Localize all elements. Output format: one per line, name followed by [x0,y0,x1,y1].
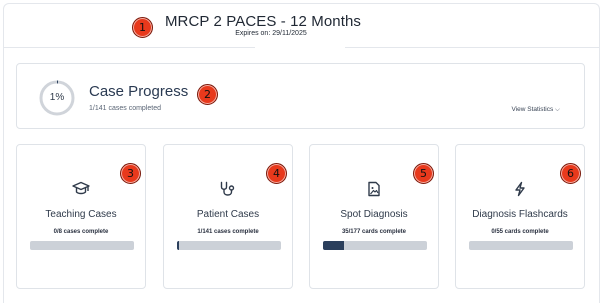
view-statistics-link[interactable]: View Statistics ⌵ [511,106,560,114]
expiry-date: Expires on: 29/11/2025 [235,30,307,37]
card-progress-bar [177,241,281,250]
card-title: Spot Diagnosis [340,209,408,220]
annotation-badge-2: 2 [197,84,218,105]
card-progress-bar [30,241,134,250]
card-subtitle: 35/177 cards complete [341,229,407,235]
case-progress-subtitle: 1/141 cases completed [89,105,161,112]
annotation-badge-6: 6 [560,163,581,184]
case-progress-title: Case Progress [89,83,189,100]
card-title: Diagnosis Flashcards [472,209,568,220]
case-progress-card: 1% Case Progress 1/141 cases completed V… [16,63,585,129]
annotation-badge-1: 1 [132,17,153,38]
card-progress-fill [177,241,179,250]
card-title: Teaching Cases [45,209,117,220]
lightning-icon [456,181,584,197]
annotation-badge-3: 3 [120,163,141,184]
image-file-icon [310,181,438,197]
progress-percent: 1% [49,92,65,103]
card-progress-bar [323,241,427,250]
card-subtitle: 0/55 cards complete [491,229,549,235]
course-title: MRCP 2 PACES - 12 Months [164,13,362,30]
card-subtitle: 0/8 cases complete [53,229,109,235]
card-subtitle: 1/141 cases complete [197,229,259,235]
header-tab-gap [255,42,345,50]
card-title: Patient Cases [196,209,260,220]
annotation-badge-5: 5 [413,163,434,184]
card-progress-bar [469,241,573,250]
annotation-badge-4: 4 [266,163,287,184]
graduation-cap-icon [17,181,145,197]
card-progress-fill [323,241,344,250]
